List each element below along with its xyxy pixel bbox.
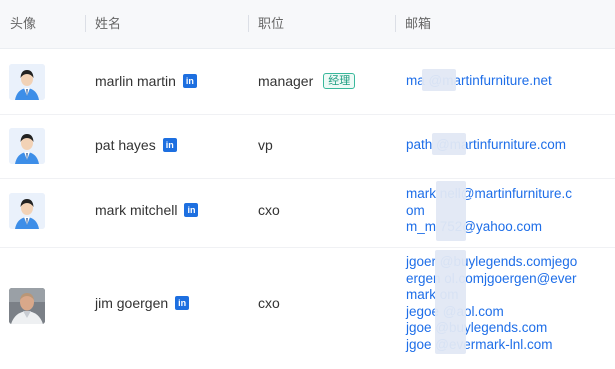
position-cell: cxo xyxy=(258,295,280,311)
linkedin-icon[interactable]: in xyxy=(182,74,197,88)
name-cell: jim goergen in xyxy=(95,295,190,311)
email-cell: path @martinfurniture.com xyxy=(406,137,566,154)
default-avatar-icon xyxy=(9,64,45,100)
email-link-wrap[interactable]: om xyxy=(406,203,572,220)
email-link[interactable]: jegoe @aol.com xyxy=(406,304,577,321)
position-text: cxo xyxy=(258,202,280,218)
header-email: 邮箱 xyxy=(394,0,431,48)
position-text: vp xyxy=(258,137,273,153)
email-cell: mark nell@martinfurniture.c om m_m 752@y… xyxy=(406,186,572,236)
linkedin-icon[interactable]: in xyxy=(184,203,199,217)
email-link[interactable]: ergen ol.comjgoergen@ever xyxy=(406,271,577,288)
redaction-mask xyxy=(432,133,466,155)
contact-name: jim goergen xyxy=(95,295,169,311)
position-text: manager xyxy=(258,73,314,89)
position-tag: 经理 xyxy=(323,73,356,89)
position-text: cxo xyxy=(258,295,280,311)
position-cell: vp xyxy=(258,137,273,153)
table-row: marlin martin in manager 经理 ma @martinfu… xyxy=(0,49,615,115)
email-cell: jgoer @buylegends.comjego ergen ol.comjg… xyxy=(406,254,577,353)
table-row: pat hayes in vp path @martinfurniture.co… xyxy=(0,115,615,179)
header-name: 姓名 xyxy=(84,0,121,48)
contact-name: marlin martin xyxy=(95,73,176,89)
default-avatar-icon xyxy=(9,128,45,164)
table-row: mark mitchell in cxo mark nell@martinfur… xyxy=(0,179,615,248)
email-link[interactable]: mark nell@martinfurniture.c xyxy=(406,186,572,203)
contacts-table: 头像 姓名 职位 邮箱 marlin martin in manager 经理 … xyxy=(0,0,615,368)
redaction-mask xyxy=(422,69,456,91)
email-link[interactable]: mark om xyxy=(406,287,577,304)
position-cell: manager 经理 xyxy=(258,73,356,89)
name-cell: mark mitchell in xyxy=(95,202,199,218)
table-header: 头像 姓名 职位 邮箱 xyxy=(0,0,615,49)
contact-name: pat hayes xyxy=(95,137,156,153)
email-link[interactable]: path @martinfurniture.com xyxy=(406,137,566,154)
email-link[interactable]: m_m 752@yahoo.com xyxy=(406,219,572,236)
linkedin-icon[interactable]: in xyxy=(175,296,190,310)
header-position: 职位 xyxy=(247,0,284,48)
redaction-mask xyxy=(435,250,466,354)
email-link[interactable]: jgoer @buylegends.comjego xyxy=(406,254,577,271)
name-cell: marlin martin in xyxy=(95,73,197,89)
email-link[interactable]: jgoe @evermark-lnl.com xyxy=(406,337,577,354)
name-cell: pat hayes in xyxy=(95,137,177,153)
position-cell: cxo xyxy=(258,202,280,218)
table-row: jim goergen in cxo jgoer @buylegends.com… xyxy=(0,248,615,368)
linkedin-icon[interactable]: in xyxy=(162,138,177,152)
header-avatar: 头像 xyxy=(10,16,37,31)
redaction-mask xyxy=(436,181,466,241)
default-avatar-icon xyxy=(9,193,45,229)
contact-name: mark mitchell xyxy=(95,202,178,218)
photo-avatar xyxy=(9,288,45,324)
email-link[interactable]: jgoe @buylegends.com xyxy=(406,320,577,337)
